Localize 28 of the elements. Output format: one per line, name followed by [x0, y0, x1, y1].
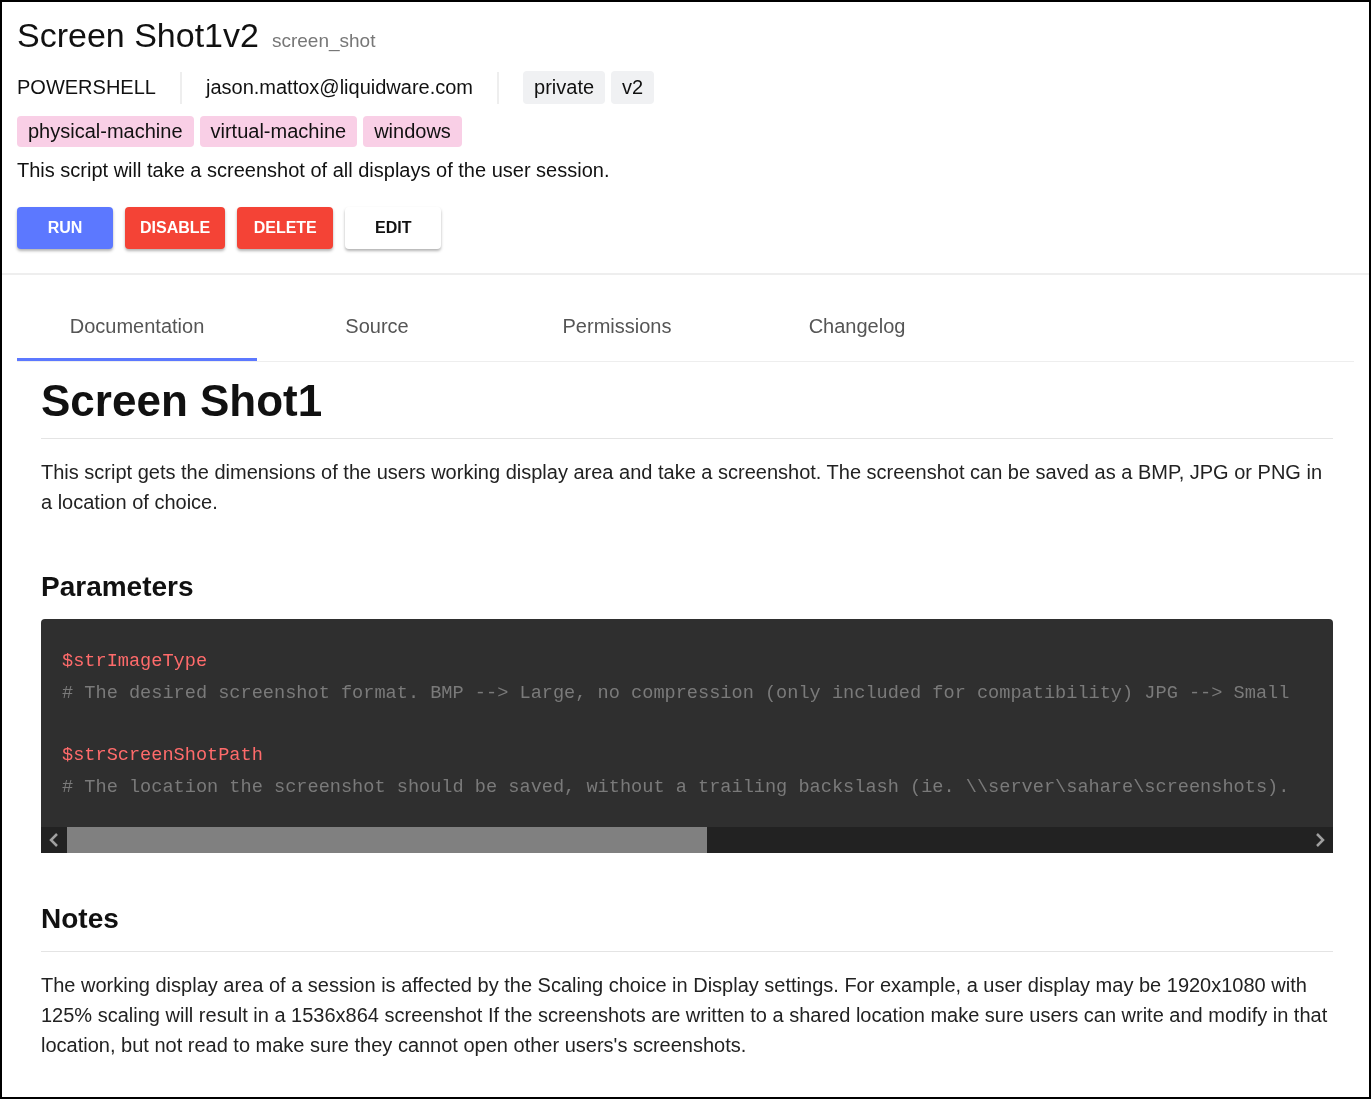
tab[interactable]: Permissions: [497, 293, 737, 361]
doc-intro: This script gets the dimensions of the users working display area and take a screenshot. The screenshot can be saved as a BMP, JPG or PNG in a location of choice.: [41, 460, 1324, 515]
section-heading: Notes: [41, 903, 1333, 952]
script-summary: This script will take a screenshot of all displays of the user session.: [17, 159, 611, 182]
horizontal-scrollbar[interactable]: [41, 827, 1333, 853]
notes-text: The working display area of a session is affected by the Scaling choice in Display settings. For example, a user display may be 1920x1080 with 125% scaling will result in a 1536x864 screenshot If the screenshots are written to a shared location make sure users can write and modify in that location, but not read to make sure they cannot open other users's screenshots.: [41, 973, 1329, 1058]
action-button[interactable]: DISABLE: [125, 207, 226, 249]
parameter-name: $strScreenShotPath: [62, 744, 264, 768]
tag: physical-machine: [17, 116, 194, 147]
section-heading: Parameters: [41, 571, 195, 603]
script-title: Screen Shot1v2: [17, 16, 259, 55]
tag: virtual-machine: [199, 116, 358, 147]
tab[interactable]: Documentation: [17, 293, 257, 361]
action-button[interactable]: EDIT: [345, 207, 442, 249]
language-label: POWERSHELL: [17, 76, 156, 99]
tab[interactable]: Changelog: [737, 293, 977, 361]
parameter-comment: # The desired screenshot format. BMP --> Large, no compression (only included for compatibility) JPG --> Small: [62, 681, 1291, 706]
parameter-comment: # The location the screenshot should be saved, without a trailing backslash (ie. \\server\sahare\screenshots).: [62, 775, 1291, 800]
action-button[interactable]: RUN: [17, 207, 113, 249]
parameter-name: $strImageType: [62, 650, 209, 674]
status-badge: private: [523, 71, 606, 104]
action-button[interactable]: DELETE: [237, 207, 334, 249]
author-email: jason.mattox@liquidware.com: [205, 76, 474, 99]
tab[interactable]: Source: [257, 293, 497, 361]
script-slug: screen_shot: [271, 30, 376, 52]
tag: windows: [363, 116, 462, 147]
doc-title: Screen Shot1: [41, 376, 1333, 439]
status-badge: v2: [611, 71, 655, 104]
